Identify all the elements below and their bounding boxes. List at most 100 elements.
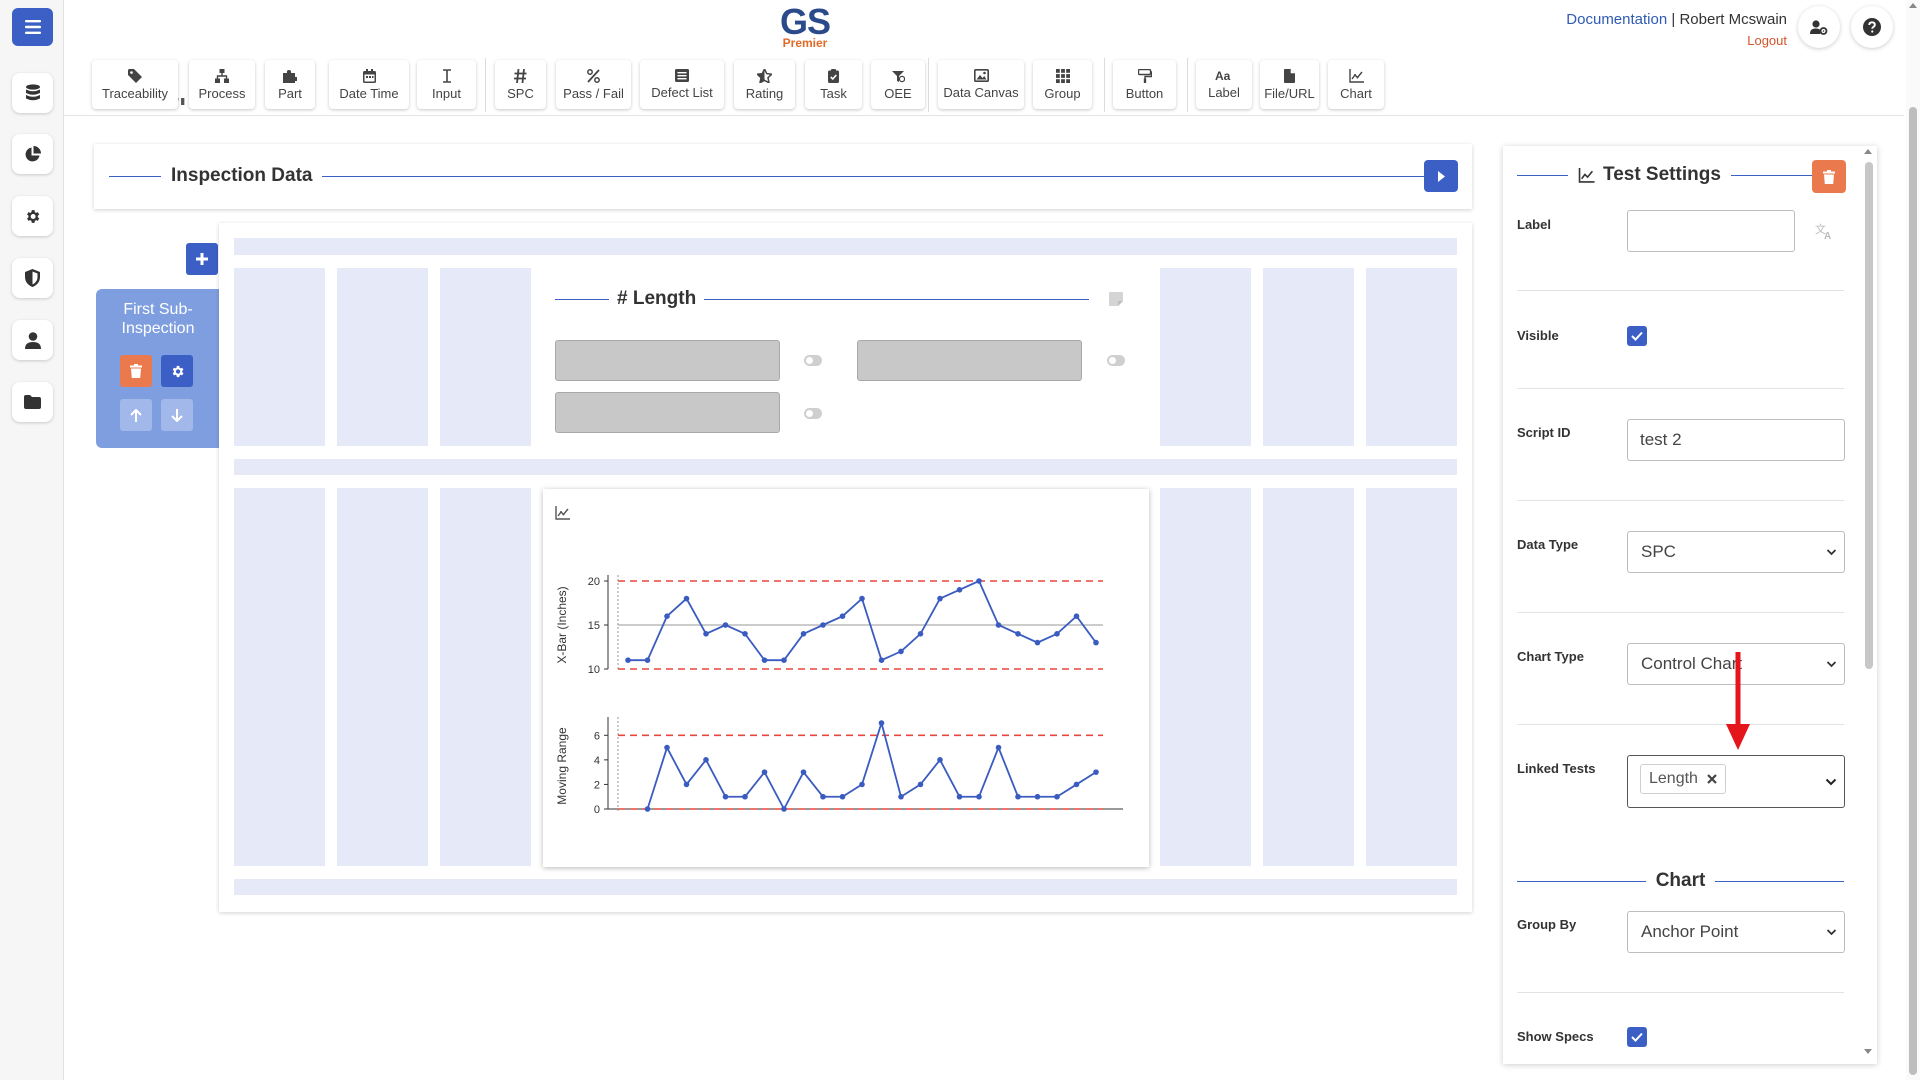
sidebar-settings-button[interactable] bbox=[12, 196, 53, 236]
tool-part[interactable]: Part bbox=[265, 60, 315, 109]
data-point bbox=[1015, 631, 1021, 637]
tool-data-canvas[interactable]: Data Canvas bbox=[938, 60, 1024, 109]
arrow-up-icon bbox=[130, 408, 142, 422]
grid-drop-zone[interactable] bbox=[1160, 268, 1251, 446]
data-point bbox=[722, 793, 729, 800]
sidebar-reports-button[interactable] bbox=[12, 134, 53, 174]
tool-pass-fail[interactable]: Pass / Fail bbox=[556, 60, 631, 109]
test-settings-title-text: Test Settings bbox=[1603, 164, 1721, 185]
grid-drop-zone[interactable] bbox=[234, 879, 1457, 895]
visible-label: Visible bbox=[1517, 328, 1559, 343]
grid-drop-zone[interactable] bbox=[337, 488, 428, 866]
page-scroll-thumb[interactable] bbox=[1909, 107, 1917, 1075]
translate-icon[interactable]: 文A bbox=[1815, 222, 1835, 240]
input-toggle[interactable] bbox=[804, 408, 822, 419]
panel-scroll-thumb[interactable] bbox=[1865, 162, 1873, 669]
grid-drop-zone[interactable] bbox=[234, 238, 1457, 255]
page-scrollbar[interactable] bbox=[1906, 0, 1920, 1080]
grid-drop-zone[interactable] bbox=[337, 268, 428, 446]
input-toggle[interactable] bbox=[804, 355, 822, 366]
grid-drop-zone[interactable] bbox=[1366, 488, 1457, 866]
visible-checkbox[interactable] bbox=[1627, 326, 1647, 346]
chart-line-icon bbox=[1348, 68, 1364, 83]
grid-drop-zone[interactable] bbox=[440, 268, 531, 446]
data-type-select[interactable]: SPC bbox=[1627, 531, 1845, 573]
panel-scrollbar[interactable] bbox=[1862, 148, 1874, 1063]
tool-date-time[interactable]: Date Time bbox=[329, 60, 409, 109]
tool-group[interactable]: Group bbox=[1033, 60, 1092, 109]
sub-inspection-settings-button[interactable] bbox=[161, 355, 193, 387]
tool-chart[interactable]: Chart bbox=[1328, 60, 1384, 109]
oee-gauge-icon bbox=[892, 70, 905, 82]
grid-drop-zone[interactable] bbox=[234, 459, 1457, 475]
data-point bbox=[683, 595, 690, 602]
measurement-input[interactable] bbox=[857, 340, 1082, 381]
move-down-button[interactable] bbox=[161, 399, 193, 431]
delete-sub-inspection-button[interactable] bbox=[120, 355, 152, 387]
input-toggle[interactable] bbox=[1107, 355, 1125, 366]
tool-process[interactable]: Process bbox=[189, 60, 255, 109]
grid-drop-zone[interactable] bbox=[1263, 268, 1354, 446]
logout-link[interactable]: Logout bbox=[1747, 33, 1787, 48]
length-spc-element[interactable]: # Length bbox=[544, 268, 1135, 448]
tool-input[interactable]: Input bbox=[417, 60, 476, 109]
tool-file-url[interactable]: File/URL bbox=[1260, 60, 1319, 109]
inspection-data-header: Inspection Data bbox=[94, 144, 1472, 209]
script-id-input[interactable] bbox=[1627, 419, 1845, 461]
label-input[interactable] bbox=[1627, 210, 1795, 252]
data-point bbox=[1034, 793, 1041, 800]
settings-divider bbox=[1517, 992, 1844, 993]
clipboard-check-icon bbox=[828, 68, 839, 83]
chart-section-title: Chart bbox=[1655, 870, 1706, 891]
menu-button[interactable] bbox=[12, 8, 53, 46]
linked-test-tag-label: Length bbox=[1649, 770, 1698, 787]
tool-button[interactable]: Button bbox=[1113, 60, 1176, 109]
chart-element[interactable]: 10 15 20 X-Bar (Inches) 0 2 4 6 Moving Range bbox=[543, 489, 1149, 867]
settings-divider bbox=[1517, 500, 1844, 501]
data-point bbox=[761, 769, 768, 775]
grid-drop-zone[interactable] bbox=[440, 488, 531, 866]
length-title: # Length bbox=[609, 288, 704, 310]
user-settings-button[interactable] bbox=[1798, 6, 1840, 48]
move-up-button[interactable] bbox=[120, 399, 152, 431]
tool-task[interactable]: Task bbox=[805, 60, 862, 109]
tool-traceability[interactable]: Traceability bbox=[92, 60, 178, 109]
app-logo[interactable]: GS Premier bbox=[776, 4, 834, 50]
toolbar-separator bbox=[1187, 58, 1188, 112]
tool-defect-list[interactable]: Defect List bbox=[640, 60, 724, 109]
sidebar-database-button[interactable] bbox=[12, 73, 53, 113]
sidebar-files-button[interactable] bbox=[12, 382, 53, 422]
sidebar-users-button[interactable] bbox=[12, 320, 53, 360]
measurement-input[interactable] bbox=[555, 392, 780, 433]
group-by-select[interactable]: Anchor Point bbox=[1627, 911, 1845, 953]
caret-right-icon bbox=[1437, 170, 1445, 182]
data-point bbox=[722, 622, 729, 628]
tool-rating[interactable]: Rating bbox=[734, 60, 795, 109]
show-specs-checkbox[interactable] bbox=[1627, 1027, 1647, 1047]
sub-inspection-tab[interactable]: First Sub-Inspection bbox=[96, 289, 220, 448]
data-point bbox=[839, 613, 846, 619]
grid-drop-zone[interactable] bbox=[1160, 488, 1251, 866]
delete-test-button[interactable] bbox=[1812, 160, 1846, 193]
length-title-text: Length bbox=[632, 288, 697, 309]
tool-oee[interactable]: OEE bbox=[871, 60, 925, 109]
tool-label-element[interactable]: Aa Label bbox=[1196, 60, 1252, 109]
documentation-link[interactable]: Documentation bbox=[1566, 11, 1667, 28]
grid-drop-zone[interactable] bbox=[234, 268, 325, 446]
arrow-down-icon bbox=[171, 408, 183, 422]
close-icon[interactable] bbox=[1707, 774, 1717, 784]
grid-drop-zone[interactable] bbox=[1366, 268, 1457, 446]
data-point bbox=[898, 793, 904, 800]
measurement-input[interactable] bbox=[555, 340, 780, 381]
tool-label: Button bbox=[1125, 85, 1164, 101]
help-button[interactable] bbox=[1851, 6, 1893, 48]
sidebar-security-button[interactable] bbox=[12, 258, 53, 298]
data-point bbox=[995, 744, 1002, 751]
tool-spc[interactable]: SPC bbox=[495, 60, 546, 109]
grid-drop-zone[interactable] bbox=[234, 488, 325, 866]
inspection-expand-button[interactable] bbox=[1424, 160, 1458, 192]
data-type-value: SPC bbox=[1641, 542, 1676, 561]
grid-drop-zone[interactable] bbox=[1263, 488, 1354, 866]
data-point bbox=[664, 744, 670, 751]
add-sub-inspection-button[interactable] bbox=[186, 243, 218, 275]
